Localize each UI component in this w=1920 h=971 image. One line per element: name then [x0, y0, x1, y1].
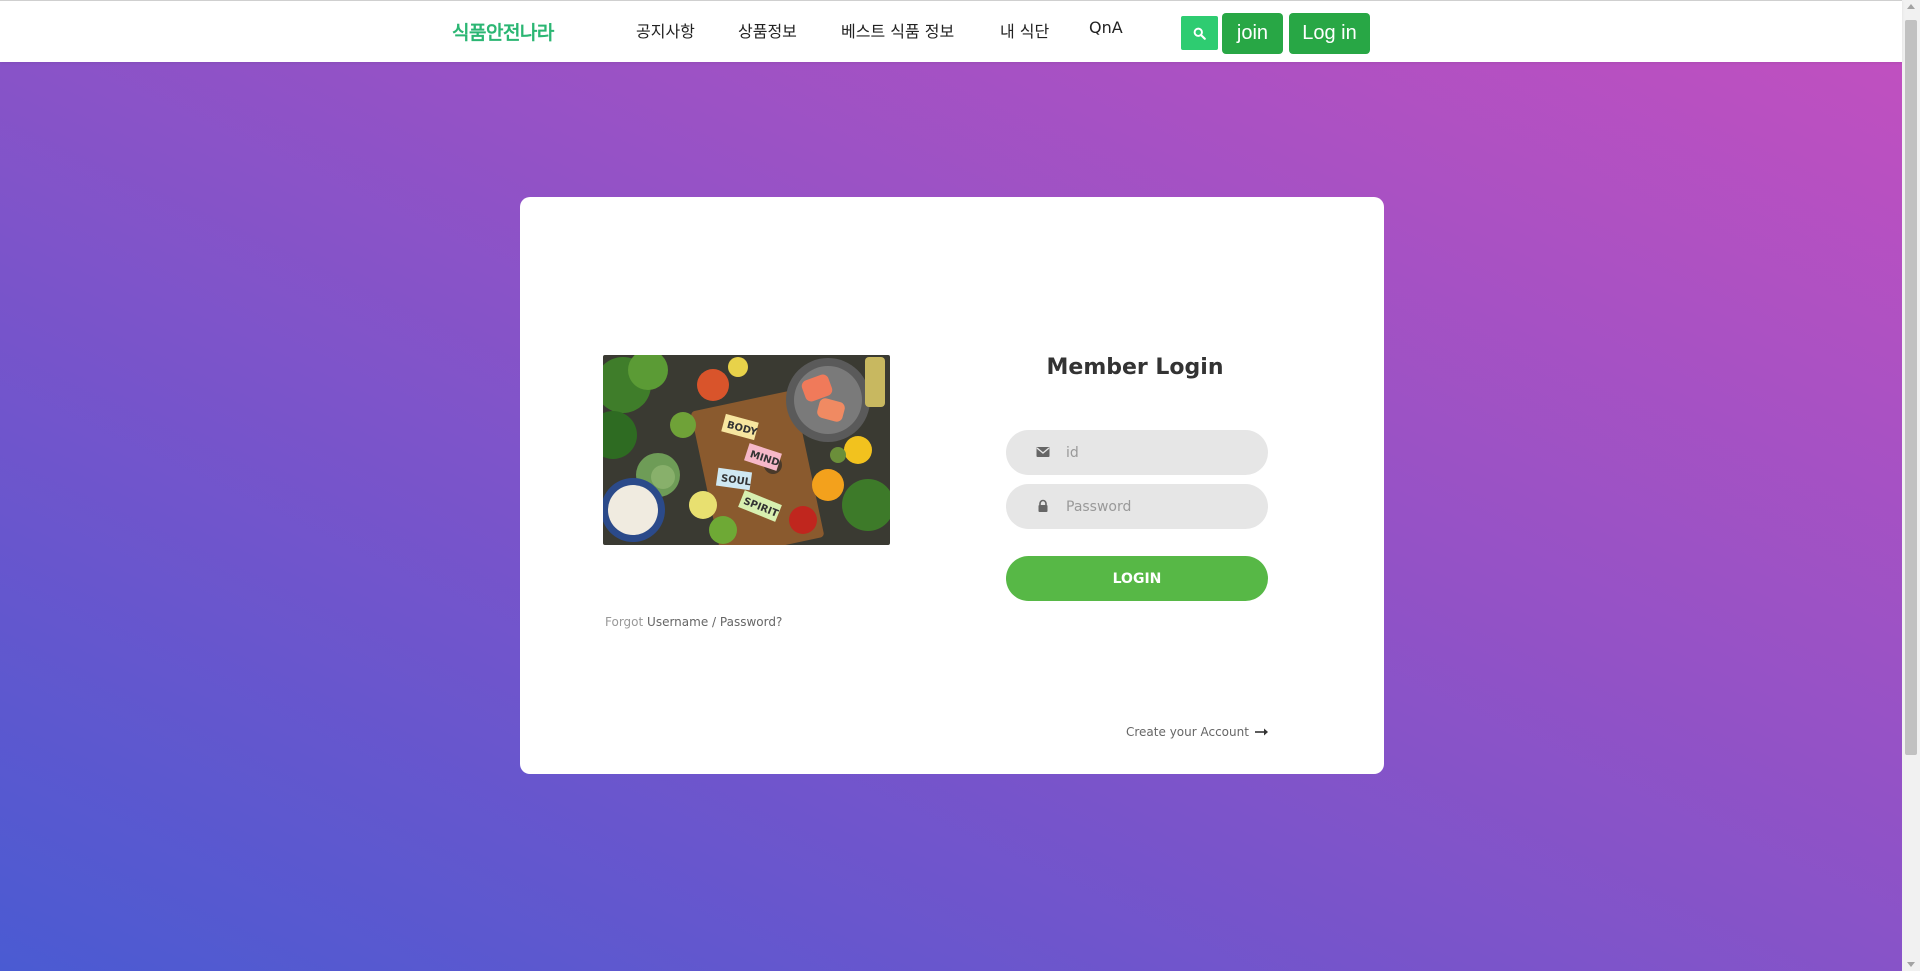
nav-item-my-diet[interactable]: 내 식단 — [1000, 18, 1049, 42]
top-navbar: 식품안전나라 공지사항 상품정보 베스트 식품 정보 내 식단 QnA join… — [0, 0, 1902, 62]
login-card: BODY MIND SOUL SPIRIT Member Login LOGIN… — [520, 197, 1384, 774]
forgot-username-link[interactable]: Username — [647, 615, 708, 629]
password-input[interactable] — [1066, 484, 1251, 529]
forgot-credentials: Forgot Username / Password? — [605, 615, 782, 629]
food-image: BODY MIND SOUL SPIRIT — [603, 355, 890, 545]
login-title: Member Login — [1046, 355, 1224, 380]
scrollbar-thumb[interactable] — [1905, 20, 1917, 755]
join-button[interactable]: join — [1222, 13, 1283, 54]
vegetables-illustration: BODY MIND SOUL SPIRIT — [603, 355, 890, 545]
vertical-scrollbar[interactable] — [1902, 0, 1920, 971]
create-account-label: Create your Account — [1126, 725, 1249, 739]
login-submit-button[interactable]: LOGIN — [1006, 556, 1268, 601]
password-field[interactable] — [1006, 484, 1268, 529]
site-logo[interactable]: 식품안전나라 — [452, 18, 554, 45]
search-button[interactable] — [1181, 16, 1218, 50]
nav-item-best-food-info[interactable]: 베스트 식품 정보 — [841, 18, 954, 42]
forgot-prefix: Forgot — [605, 615, 644, 629]
id-input[interactable] — [1066, 430, 1251, 475]
search-icon — [1193, 27, 1206, 40]
envelope-icon — [1036, 447, 1050, 457]
create-account-link[interactable]: Create your Account — [1126, 725, 1268, 739]
nav-item-notice[interactable]: 공지사항 — [636, 18, 695, 42]
scroll-up-arrow-icon[interactable] — [1907, 4, 1915, 9]
forgot-separator: / — [712, 615, 717, 629]
forgot-password-link[interactable]: Password? — [720, 615, 782, 629]
nav-item-product-info[interactable]: 상품정보 — [738, 18, 797, 42]
login-nav-button[interactable]: Log in — [1289, 13, 1370, 54]
lock-icon — [1038, 499, 1048, 512]
arrow-right-icon — [1254, 728, 1268, 736]
id-field[interactable] — [1006, 430, 1268, 475]
nav-item-qna[interactable]: QnA — [1089, 18, 1123, 37]
scroll-down-arrow-icon[interactable] — [1907, 962, 1915, 967]
